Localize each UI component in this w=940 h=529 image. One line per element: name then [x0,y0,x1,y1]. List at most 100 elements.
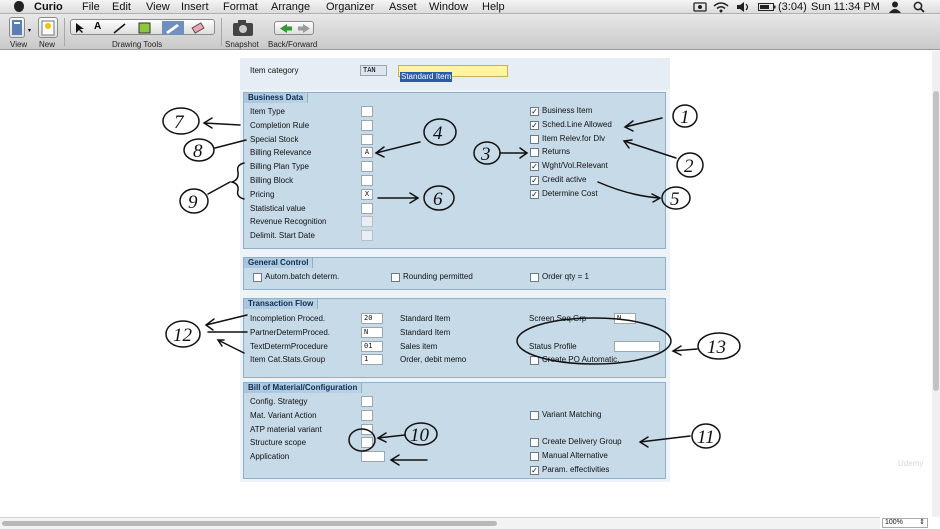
item-category-code-field[interactable]: TAN [360,65,387,76]
shape-tool-icon[interactable] [138,22,152,34]
menu-file[interactable]: File [82,0,100,14]
create-po-checkbox[interactable] [530,356,539,365]
menu-format[interactable]: Format [223,0,258,14]
textdetermprocedure-description: Sales item [400,341,438,351]
menu-asset[interactable]: Asset [389,0,417,14]
toolbar-separator [64,18,65,46]
credit-active-checkbox[interactable]: ✓ [530,176,539,185]
menu-edit[interactable]: Edit [112,0,131,14]
menu-organizer[interactable]: Organizer [326,0,374,14]
partnerdetermproced-label: PartnerDetermProced. [250,327,331,337]
menu-arrange[interactable]: Arrange [271,0,310,14]
apple-icon[interactable] [14,1,24,12]
config-strategy-field[interactable] [361,396,373,407]
billing-block-label: Billing Block [250,176,294,185]
textdetermprocedure-field[interactable]: 01 [361,340,383,352]
battery-icon[interactable] [758,3,776,11]
incompletion-proced-field[interactable]: 20 [361,313,383,324]
order-qty-checkbox[interactable] [530,273,539,282]
manual-alternative-label: Manual Alternative [542,451,608,460]
billing-relevance-field[interactable]: A [361,147,373,159]
manual-alternative-checkbox[interactable] [530,452,539,461]
sched-line-allowed-checkbox[interactable]: ✓ [530,120,539,130]
item-category-form: Item category TAN Standard Item Business… [240,58,670,482]
menu-insert[interactable]: Insert [181,0,209,14]
select-arrow-icon[interactable] [75,22,85,34]
new-button[interactable] [38,17,58,38]
screen-seq-label: Screen Seq.Grp [529,314,587,323]
eraser-icon[interactable] [191,22,205,34]
back-forward-control [274,21,314,35]
textdetermprocedure-label: TextDetermProcedure [250,341,328,351]
wifi-icon[interactable] [713,1,729,13]
returns-checkbox[interactable] [530,148,539,158]
item-cat-stats-group-field[interactable]: 1 [361,354,383,366]
item-type-field[interactable] [361,106,373,117]
view-button[interactable] [9,17,25,38]
incompletion-proced-label: Incompletion Proced. [250,314,326,323]
back-arrow-icon[interactable] [278,23,294,34]
revenue-recognition-field[interactable] [361,216,373,228]
atp-material-variant-field[interactable] [361,423,373,435]
user-icon[interactable] [889,1,901,13]
autom-batch-checkbox[interactable] [253,273,262,282]
statistical-value-field[interactable] [361,202,373,214]
determine-cost-label: Determine Cost [542,188,598,198]
business-data-panel: Business Data Item Type Completion Rule Sp… [243,92,666,249]
menu-clock[interactable]: Sun 11:34 PM [811,0,880,14]
status-profile-field[interactable] [614,341,660,352]
snapshot-button[interactable] [230,18,256,38]
completion-rule-field[interactable] [361,119,373,131]
forward-arrow-icon[interactable] [296,23,312,34]
delimit-start-date-field[interactable] [361,230,373,242]
menu-app-curio[interactable]: Curio [34,0,63,14]
screen-recorder-icon[interactable] [693,2,707,12]
mat-variant-action-label: Mat. Variant Action [250,410,317,420]
screen-seq-field[interactable]: N [614,313,636,324]
transaction-flow-title: Transaction Flow [244,299,319,309]
snapshot-label: Snapshot [225,40,259,49]
param-effectivities-checkbox[interactable]: ✓ [530,466,539,475]
item-category-name-field[interactable]: Standard Item [398,65,508,82]
wght-vol-relevant-checkbox[interactable]: ✓ [530,162,539,172]
application-field[interactable] [361,451,385,463]
delimit-start-date-label: Delimit. Start Date [250,231,315,241]
structure-scope-field[interactable] [361,437,373,449]
create-delivery-group-checkbox[interactable] [530,438,539,447]
determine-cost-checkbox[interactable]: ✓ [530,189,539,199]
special-stock-field[interactable] [361,133,373,145]
menu-view[interactable]: View [146,0,170,14]
stepper-icon: ⇕ [919,519,925,526]
pen-tool-icon[interactable] [162,21,184,35]
mat-variant-action-field[interactable] [361,409,373,421]
business-item-checkbox[interactable]: ✓ [530,107,539,116]
item-cat-stats-group-description: Order, debit memo [400,355,467,365]
watermark-logo: Udemy [898,459,924,468]
variant-matching-checkbox[interactable] [530,411,539,420]
billing-block-field[interactable] [361,175,373,186]
partnerdetermproced-field[interactable]: N [361,326,383,338]
volume-icon[interactable] [736,2,750,12]
partnerdetermproced-description: Standard Item [400,327,451,337]
vertical-scrollbar[interactable] [932,51,940,517]
horizontal-scroll-thumb[interactable] [2,521,497,526]
text-tool-icon[interactable]: A [94,21,101,32]
returns-label: Returns [542,147,571,157]
application-label: Application [250,452,290,462]
vertical-scroll-thumb[interactable] [933,91,939,391]
spotlight-search-icon[interactable] [913,1,925,13]
camera-icon [233,20,253,36]
menu-help[interactable]: Help [482,0,505,14]
zoom-select[interactable]: 100% ⇕ [882,518,928,528]
atp-material-variant-label: ATP material variant [250,424,322,434]
billing-relevance-label: Billing Relevance [250,148,312,158]
rounding-permitted-checkbox[interactable] [391,273,400,282]
line-tool-icon[interactable] [113,22,127,34]
item-relev-for-dlv-checkbox[interactable] [530,134,539,144]
billing-plan-type-field[interactable] [361,161,373,173]
chevron-down-icon[interactable]: ▾ [28,27,31,34]
pricing-field[interactable]: X [361,188,373,200]
menu-window[interactable]: Window [429,0,468,14]
horizontal-scrollbar[interactable] [0,517,880,529]
view-icon [12,20,22,35]
